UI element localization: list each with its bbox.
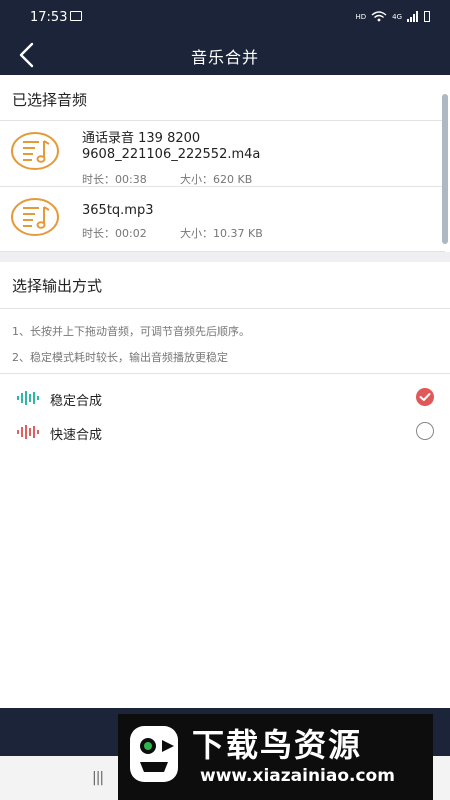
title-bar: 音乐合并 — [0, 36, 450, 75]
status-indicators: HD 4G — [355, 11, 430, 22]
divider — [0, 373, 450, 374]
audio-file-list: 通话录音 139 8200 9608_221106_222552.m4a 时长：… — [0, 120, 450, 252]
list-item[interactable]: 365tq.mp3 时长：00:02 大小：10.37 KB — [0, 186, 445, 252]
selected-audio-header: 已选择音频 — [0, 76, 450, 120]
watermark: 下载鸟资源 www.xiazainiao.com — [118, 714, 433, 800]
bird-logo-icon — [130, 726, 178, 782]
section-divider — [0, 252, 450, 262]
checked-icon[interactable] — [416, 388, 434, 406]
unchecked-icon[interactable] — [416, 422, 434, 440]
list-item[interactable]: 通话录音 139 8200 9608_221106_222552.m4a 时长：… — [0, 120, 445, 185]
recent-apps-icon[interactable]: ||| — [92, 770, 104, 786]
option-label: 稳定合成 — [50, 394, 103, 409]
watermark-title: 下载鸟资源 — [192, 726, 363, 764]
list-scrollbar[interactable] — [442, 94, 448, 244]
network-indicator: 4G — [392, 12, 402, 21]
page-title: 音乐合并 — [190, 48, 259, 67]
divider — [0, 308, 450, 309]
output-mode-title: 选择输出方式 — [12, 277, 103, 295]
file-name: 365tq.mp3 — [82, 203, 154, 218]
output-mode-header: 选择输出方式 — [0, 262, 450, 306]
file-size: 大小：620 KB — [180, 173, 253, 185]
music-file-icon — [11, 132, 59, 170]
wifi-icon — [371, 11, 387, 22]
option-label: 快速合成 — [50, 428, 103, 443]
file-duration: 时长：00:38 — [82, 173, 147, 185]
status-time: 17:53 — [30, 10, 68, 25]
file-name: 通话录音 139 8200 9608_221106_222552.m4a — [82, 131, 261, 162]
file-size: 大小：10.37 KB — [180, 227, 263, 240]
hd-indicator: HD — [355, 12, 367, 21]
tip-text: 1、长按并上下拖动音频，可调节音频先后顺序。 — [12, 325, 250, 338]
battery-icon — [424, 11, 430, 22]
watermark-url: www.xiazainiao.com — [200, 766, 395, 786]
signal-icon — [407, 11, 418, 22]
file-duration: 时长：00:02 — [82, 227, 147, 240]
gallery-icon — [70, 11, 82, 21]
option-stable-merge[interactable]: 稳定合成 — [0, 381, 450, 413]
tip-text: 2、稳定模式耗时较长，输出音频播放更稳定 — [12, 351, 228, 364]
option-fast-merge[interactable]: 快速合成 — [0, 415, 450, 447]
sound-wave-icon — [17, 391, 39, 405]
sound-wave-icon — [17, 425, 39, 439]
status-bar: 17:53 HD 4G — [0, 0, 450, 36]
selected-audio-title: 已选择音频 — [12, 91, 88, 109]
music-file-icon — [11, 198, 59, 236]
